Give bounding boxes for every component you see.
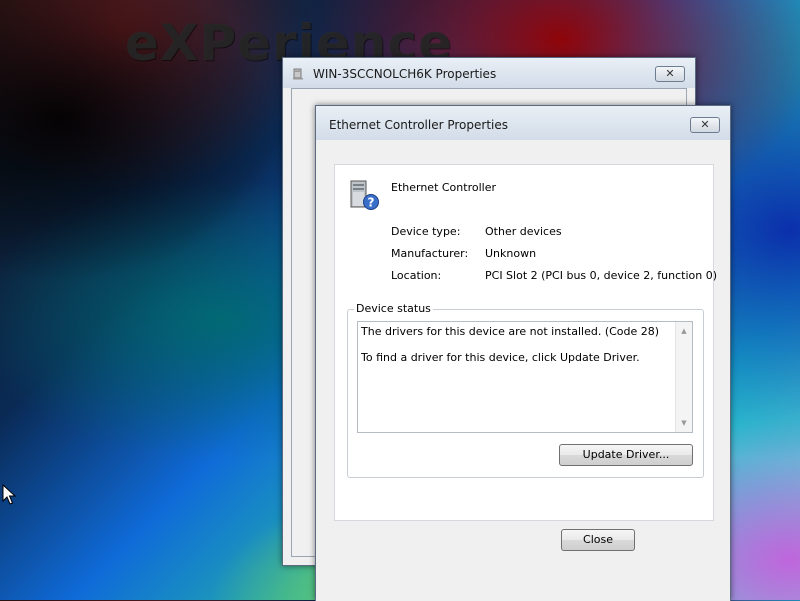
update-driver-button[interactable]: Update Driver... [559, 444, 693, 466]
manufacturer-value: Unknown [485, 247, 537, 260]
device-status-group: Device status The drivers for this devic… [347, 302, 704, 478]
dialog-titlebar[interactable]: Ethernet Controller Properties ✕ [316, 106, 730, 140]
scroll-up-icon[interactable]: ▲ [676, 324, 692, 338]
main-window-title: WIN-3SCCNOLCH6K Properties [313, 67, 497, 81]
status-line: To find a driver for this device, click … [361, 351, 640, 364]
status-scrollbar[interactable]: ▲ ▼ [675, 322, 692, 432]
scroll-down-icon[interactable]: ▼ [676, 416, 692, 430]
device-name: Ethernet Controller [391, 181, 496, 194]
computer-icon [293, 68, 303, 80]
close-button[interactable]: Close [561, 529, 635, 551]
manufacturer-label: Manufacturer: [391, 247, 469, 260]
device-status-legend: Device status [354, 302, 433, 315]
location-label: Location: [391, 269, 442, 282]
device-status-textbox[interactable]: The drivers for this device are not inst… [357, 321, 693, 433]
dialog-title: Ethernet Controller Properties [329, 118, 508, 132]
location-value: PCI Slot 2 (PCI bus 0, device 2, functio… [485, 269, 717, 282]
dialog-close-button[interactable]: ✕ [690, 117, 720, 133]
device-type-label: Device type: [391, 225, 461, 238]
general-tab-panel: ? Ethernet Controller Device type: Other… [334, 164, 717, 521]
mouse-cursor-icon [2, 484, 16, 505]
status-line: The drivers for this device are not inst… [361, 325, 660, 338]
svg-text:?: ? [368, 196, 375, 210]
unknown-device-icon: ? [350, 180, 379, 210]
main-window-titlebar[interactable]: WIN-3SCCNOLCH6K Properties ✕ [283, 58, 695, 88]
device-type-value: Other devices [485, 225, 562, 238]
ethernet-controller-properties-dialog: Ethernet Controller Properties ✕ ? Ether… [315, 105, 731, 601]
main-window-close-button[interactable]: ✕ [655, 66, 685, 82]
